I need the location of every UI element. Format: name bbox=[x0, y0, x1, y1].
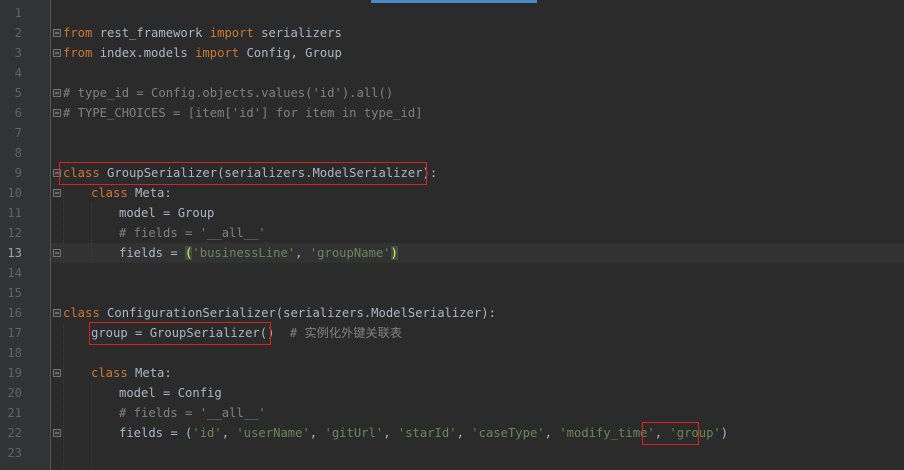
code-text: , bbox=[295, 246, 310, 260]
code-line-21-comment[interactable]: # fields = '__all__' bbox=[119, 403, 266, 423]
code-line-2[interactable]: from rest_framework import serializers bbox=[63, 23, 342, 43]
line-number: 8 bbox=[14, 146, 22, 160]
code-editor[interactable]: 1 2 3 4 5 6 7 8 9 10 11 12 13 14 15 16 1… bbox=[0, 0, 904, 470]
code-line-6-comment[interactable]: # TYPE_CHOICES = [item['id'] for item in… bbox=[63, 103, 423, 123]
code-text: GroupSerializer(serializers.ModelSeriali… bbox=[99, 166, 438, 180]
line-number: 20 bbox=[7, 386, 22, 400]
string-literal: 'businessLine' bbox=[192, 246, 296, 260]
line-number: 2 bbox=[14, 26, 22, 40]
string-literal: 'gitUrl' bbox=[324, 426, 384, 440]
line-number: 16 bbox=[7, 306, 22, 320]
fold-start-icon[interactable] bbox=[53, 169, 61, 177]
code-line-5-comment[interactable]: # type_id = Config.objects.values('id').… bbox=[63, 83, 393, 103]
code-text: , bbox=[309, 426, 325, 440]
line-number: 3 bbox=[14, 46, 22, 60]
code-line-17[interactable]: group = GroupSerializer() # 实例化外键关联表 bbox=[91, 323, 402, 343]
keyword: import bbox=[195, 46, 240, 60]
code-text: ) bbox=[720, 426, 729, 440]
fold-end-icon[interactable] bbox=[53, 49, 61, 57]
line-number: 4 bbox=[14, 66, 22, 80]
gutter-separator bbox=[50, 0, 51, 470]
matched-paren: ) bbox=[390, 246, 398, 260]
string-literal: 'userName' bbox=[236, 426, 310, 440]
string-literal: 'group' bbox=[669, 426, 721, 440]
line-number: 22 bbox=[7, 426, 22, 440]
code-text: fields = ( bbox=[119, 426, 193, 440]
indent-guide bbox=[63, 323, 64, 470]
code-text: index.models bbox=[92, 46, 196, 60]
string-literal: 'modify_time' bbox=[559, 426, 655, 440]
code-text: , bbox=[221, 426, 237, 440]
code-text: rest_framework bbox=[92, 26, 210, 40]
line-number: 1 bbox=[14, 6, 22, 20]
indent-guide bbox=[91, 383, 92, 470]
keyword: import bbox=[209, 26, 254, 40]
line-number: 18 bbox=[7, 346, 22, 360]
code-text: Meta: bbox=[127, 186, 172, 200]
code-line-12-comment[interactable]: # fields = '__all__' bbox=[119, 223, 266, 243]
code-line-3[interactable]: from index.models import Config, Group bbox=[63, 43, 342, 63]
string-literal: 'caseType' bbox=[471, 426, 545, 440]
fold-start-icon[interactable] bbox=[53, 189, 61, 197]
fold-end-icon[interactable] bbox=[53, 109, 61, 117]
code-line-13[interactable]: fields = ('businessLine', 'groupName') bbox=[119, 243, 398, 263]
indent-guide bbox=[91, 203, 92, 263]
code-line-11[interactable]: model = Group bbox=[119, 203, 214, 223]
keyword: from bbox=[63, 46, 93, 60]
line-number: 17 bbox=[7, 326, 22, 340]
fold-end-icon[interactable] bbox=[53, 429, 61, 437]
line-number-current: 13 bbox=[7, 246, 22, 260]
line-number: 10 bbox=[7, 186, 22, 200]
keyword: class bbox=[91, 366, 128, 380]
comment: # 实例化外键关联表 bbox=[282, 326, 402, 340]
code-line-20[interactable]: model = Config bbox=[119, 383, 222, 403]
fold-end-icon[interactable] bbox=[53, 249, 61, 257]
string-literal: 'id' bbox=[192, 426, 222, 440]
code-text: , bbox=[456, 426, 472, 440]
code-text: , bbox=[654, 426, 670, 440]
code-text: serializers bbox=[253, 26, 342, 40]
code-text: Meta: bbox=[127, 366, 172, 380]
line-number: 14 bbox=[7, 266, 22, 280]
string-literal: 'starId' bbox=[397, 426, 457, 440]
fold-start-icon[interactable] bbox=[53, 89, 61, 97]
code-text: fields = bbox=[119, 246, 186, 260]
line-number: 19 bbox=[7, 366, 22, 380]
line-number: 15 bbox=[7, 286, 22, 300]
code-line-9[interactable]: class GroupSerializer(serializers.ModelS… bbox=[63, 163, 437, 183]
code-text: ConfigurationSerializer(serializers.Mode… bbox=[99, 306, 496, 320]
active-tab-indicator bbox=[371, 0, 537, 3]
line-number: 12 bbox=[7, 226, 22, 240]
keyword: class bbox=[91, 186, 128, 200]
code-text: group = GroupSerializer() bbox=[91, 326, 275, 340]
line-number: 9 bbox=[14, 166, 22, 180]
line-number: 7 bbox=[14, 126, 22, 140]
keyword: class bbox=[63, 306, 100, 320]
code-line-19[interactable]: class Meta: bbox=[91, 363, 172, 383]
line-number: 23 bbox=[7, 446, 22, 460]
fold-start-icon[interactable] bbox=[53, 369, 61, 377]
line-number: 11 bbox=[7, 206, 22, 220]
code-line-22[interactable]: fields = ('id', 'userName', 'gitUrl', 's… bbox=[119, 423, 728, 443]
code-line-10[interactable]: class Meta: bbox=[91, 183, 172, 203]
line-number: 5 bbox=[14, 86, 22, 100]
fold-start-icon[interactable] bbox=[53, 29, 61, 37]
string-literal: 'groupName' bbox=[309, 246, 391, 260]
code-text: , bbox=[383, 426, 398, 440]
code-text: , bbox=[544, 426, 560, 440]
line-number: 6 bbox=[14, 106, 22, 120]
code-line-16[interactable]: class ConfigurationSerializer(serializer… bbox=[63, 303, 496, 323]
indent-guide bbox=[63, 183, 64, 263]
keyword: class bbox=[63, 166, 100, 180]
line-number: 21 bbox=[7, 406, 22, 420]
code-text: Config, Group bbox=[239, 46, 342, 60]
keyword: from bbox=[63, 26, 93, 40]
fold-start-icon[interactable] bbox=[53, 309, 61, 317]
